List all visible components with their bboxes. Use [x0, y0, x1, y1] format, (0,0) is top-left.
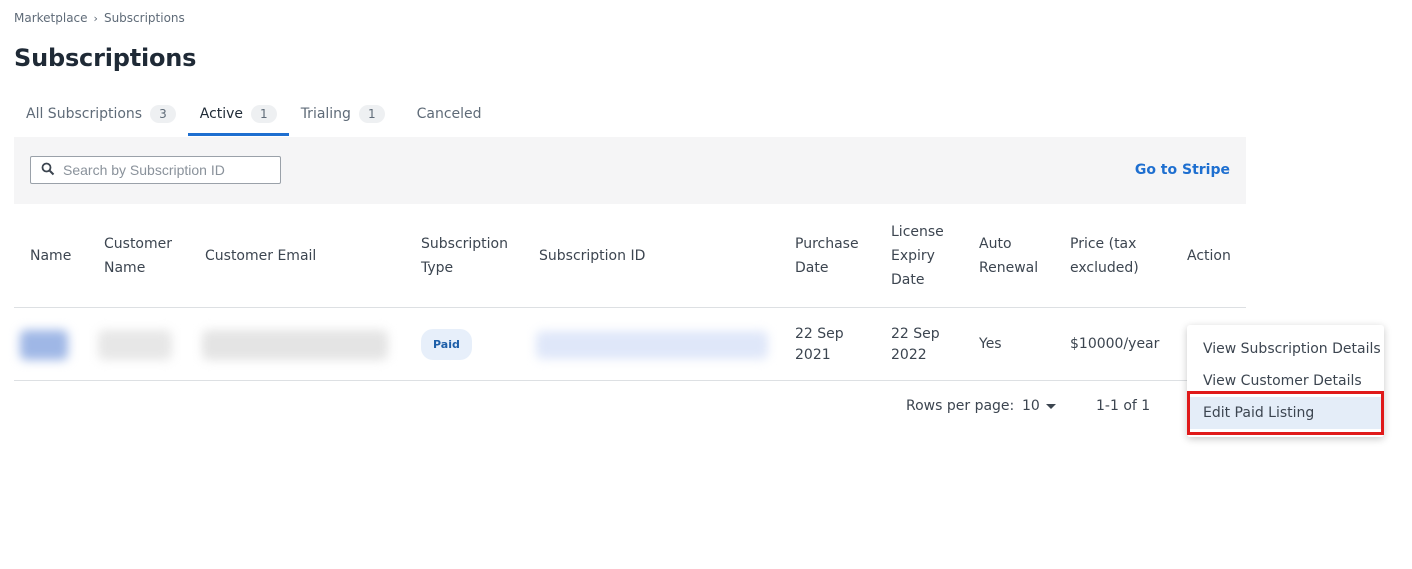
tab-label: Active [199, 106, 244, 122]
pagination-range: 1-1 of 1 [1096, 398, 1151, 414]
pagination-rows-label: Rows per page: [906, 398, 1015, 414]
header-purchase-date: Purchase Date [795, 236, 859, 276]
search-input[interactable] [63, 162, 263, 178]
rows-per-page-select[interactable]: 10 [1022, 398, 1056, 414]
redacted-name [20, 329, 68, 360]
tab-count-badge: 1 [358, 105, 385, 123]
chevron-right-icon: › [93, 11, 98, 25]
subscriptions-table: Name Customer Name Customer Email Subscr… [14, 204, 1246, 381]
menu-item-edit-paid-listing[interactable]: Edit Paid Listing [1187, 397, 1384, 429]
subscription-type-badge: Paid [421, 329, 472, 360]
caret-down-icon [1045, 403, 1056, 409]
tab-canceled[interactable]: Canceled [405, 92, 494, 136]
cell-customer-name [98, 308, 178, 381]
cell-price: $10000/year [1070, 336, 1160, 352]
cell-purchase-date: 22 Sep 2021 [795, 325, 844, 363]
redacted-customer-email [202, 329, 388, 360]
header-license-expiry-date: License Expiry Date [891, 224, 944, 288]
tab-label: Trialing [300, 106, 351, 122]
go-to-stripe-link[interactable]: Go to Stripe [1135, 162, 1230, 178]
header-subscription-type: Subscription Type [421, 236, 508, 276]
header-action: Action [1187, 248, 1231, 264]
tab-all-subscriptions[interactable]: All Subscriptions 3 [14, 92, 188, 136]
menu-item-view-subscription-details[interactable]: View Subscription Details [1187, 333, 1384, 365]
header-customer-name: Customer Name [104, 236, 173, 276]
header-auto-renewal: Auto Renewal [979, 236, 1039, 276]
redacted-customer-name [98, 329, 172, 360]
cell-license-expiry-date: 22 Sep 2022 [891, 325, 940, 363]
tab-active[interactable]: Active 1 [187, 92, 289, 136]
page-title: Subscriptions [14, 44, 197, 72]
rows-per-page-value: 10 [1022, 398, 1040, 414]
tab-trialing[interactable]: Trialing 1 [289, 92, 397, 136]
table-row: Paid 22 Sep 2021 22 Sep 2022 Yes $10000/… [14, 308, 1246, 381]
tab-count-badge: 1 [251, 105, 277, 123]
cell-name [20, 308, 80, 381]
header-price: Price (tax excluded) [1070, 236, 1139, 276]
breadcrumb-marketplace[interactable]: Marketplace [14, 11, 88, 25]
table-toolbar: Go to Stripe [14, 137, 1246, 204]
cell-subscription-type: Paid [421, 308, 521, 381]
redacted-subscription-id [536, 330, 768, 359]
tab-label: All Subscriptions [26, 106, 143, 122]
breadcrumb: Marketplace › Subscriptions [14, 11, 185, 25]
header-subscription-id: Subscription ID [539, 248, 646, 264]
subscription-tabs: All Subscriptions 3 Active 1 Trialing 1 … [14, 92, 494, 136]
breadcrumb-subscriptions: Subscriptions [103, 11, 185, 25]
cell-auto-renewal: Yes [979, 336, 1002, 352]
tab-count-badge: 3 [150, 105, 176, 123]
cell-subscription-id [536, 308, 772, 381]
table-header-row: Name Customer Name Customer Email Subscr… [14, 204, 1246, 308]
header-name: Name [30, 248, 72, 264]
cell-customer-email [202, 308, 392, 381]
tab-label: Canceled [416, 106, 482, 122]
menu-item-view-customer-details[interactable]: View Customer Details [1187, 365, 1384, 397]
header-customer-email: Customer Email [205, 248, 317, 264]
search-icon [41, 161, 55, 180]
action-menu: View Subscription Details View Customer … [1187, 325, 1384, 437]
search-box[interactable] [30, 156, 281, 184]
